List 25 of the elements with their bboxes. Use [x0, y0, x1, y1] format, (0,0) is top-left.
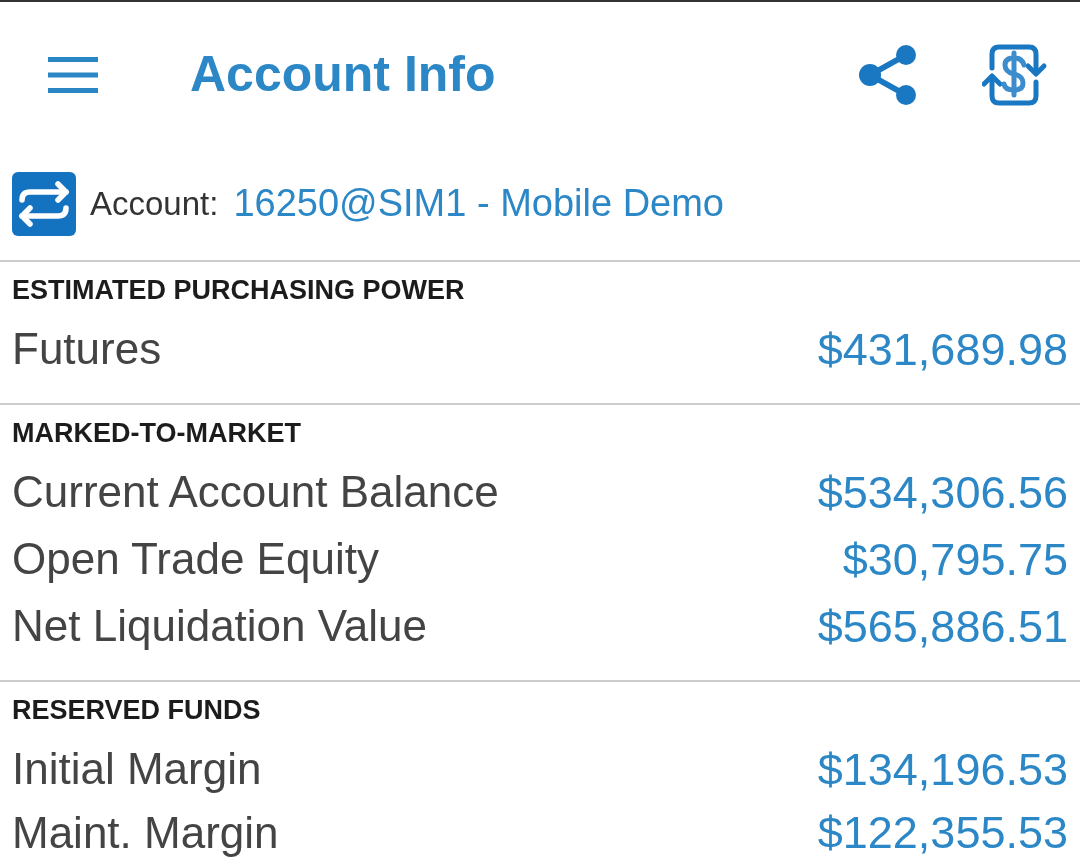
section-heading: MARKED-TO-MARKET [12, 417, 302, 450]
field-label: Initial Margin [12, 744, 262, 795]
amount-value: $565,886.51 [817, 600, 1068, 653]
field-label: Maint. Margin [12, 807, 279, 859]
screen-title: Account Info [190, 46, 496, 104]
amount-value: $134,196.53 [817, 743, 1068, 796]
currency-exchange-button[interactable] [982, 44, 1048, 106]
share-button[interactable] [859, 44, 917, 106]
amount-value: $30,795.75 [842, 533, 1068, 586]
menu-button[interactable] [48, 57, 98, 93]
dollar-arrows-icon [982, 44, 1048, 106]
share-icon [859, 44, 917, 106]
field-label: Open Trade Equity [12, 534, 379, 585]
amount-value: $534,306.56 [817, 466, 1068, 519]
field-label: Net Liquidation Value [12, 601, 428, 652]
amount-value: $431,689.98 [817, 323, 1068, 376]
account-name[interactable]: 16250@SIM1 - Mobile Demo [233, 181, 724, 227]
account-label: Account: [90, 184, 219, 224]
field-label: Current Account Balance [12, 467, 499, 518]
amount-value: $122,355.53 [817, 807, 1068, 859]
swap-arrows-icon[interactable] [12, 172, 76, 236]
section-heading: ESTIMATED PURCHASING POWER [12, 274, 466, 307]
menu-icon [48, 57, 98, 93]
field-label: Futures [12, 324, 162, 375]
section-heading: RESERVED FUNDS [12, 694, 262, 727]
